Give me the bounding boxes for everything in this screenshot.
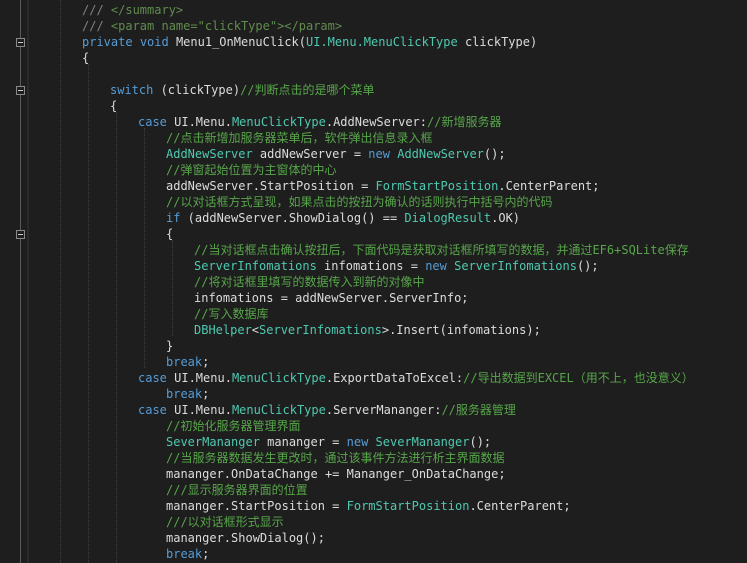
code-line-30: mananger.OnDataChange += Mananger_OnData… xyxy=(166,467,506,481)
code-line-32: mananger.StartPosition = FormStartPositi… xyxy=(166,499,571,513)
code-line-22: } xyxy=(166,339,174,353)
code-line-14: if (addNewServer.ShowDialog() == DialogR… xyxy=(166,211,521,225)
code-line-31: ///显示服务器界面的位置 xyxy=(166,483,308,497)
collapse-switch-icon[interactable] xyxy=(16,86,25,95)
code-line-18: //将对话框里填写的数据传入到新的对像中 xyxy=(194,275,425,289)
code-line-16: //当对话框点击确认按扭后，下面代码是获取对话框所填写的数据，并通过EF6+SQ… xyxy=(194,243,689,257)
indent-guide xyxy=(144,128,145,368)
code-line-10: AddNewServer addNewServer = new AddNewSe… xyxy=(166,147,506,161)
code-line-29: //当服务器数据发生更改时，通过该事件方法进行析主界面数据 xyxy=(166,451,505,465)
editor-gutter xyxy=(0,0,28,563)
code-line-11: //弹窗起始位置为主窗体的中心 xyxy=(166,163,337,177)
code-line-13: //以对话框方式呈现，如果点击的按扭为确认的话则执行中括号内的代码 xyxy=(166,195,553,209)
code-line-28: SeverMananger mananger = new SeverManang… xyxy=(166,435,492,449)
code-line-9: //点击新增加服务器菜单后，软件弹出信息录入框 xyxy=(166,131,433,145)
indent-guide xyxy=(172,240,173,336)
indent-guide xyxy=(88,64,89,563)
code-line-21: DBHelper<ServerInfomations>.Insert(infom… xyxy=(194,323,541,337)
code-line-26: case UI.Menu.MenuClickType.ServerManange… xyxy=(138,403,516,417)
collapse-if-block-icon[interactable] xyxy=(16,230,25,239)
code-line-35: break; xyxy=(166,547,210,561)
code-line-19: infomations = addNewServer.ServerInfo; xyxy=(194,291,469,305)
code-line-6: switch (clickType)//判断点击的是哪个菜单 xyxy=(110,83,375,97)
indent-guide xyxy=(116,112,117,563)
collapse-method-icon[interactable] xyxy=(16,38,25,47)
code-line-15: { xyxy=(166,227,174,241)
code-line-7: { xyxy=(110,99,118,113)
code-line-12: addNewServer.StartPosition = FormStartPo… xyxy=(166,179,600,193)
code-editor[interactable]: /// </summary> /// <param name="clickTyp… xyxy=(0,0,747,563)
code-line-3: private void Menu1_OnMenuClick(UI.Menu.M… xyxy=(82,35,538,49)
code-line-27: //初始化服务器管理界面 xyxy=(166,419,301,433)
outline-fold-line xyxy=(20,0,21,563)
change-margin xyxy=(27,0,29,563)
code-line-24: case UI.Menu.MenuClickType.ExportDataToE… xyxy=(138,371,694,385)
code-line-8: case UI.Menu.MenuClickType.AddNewServer:… xyxy=(138,115,502,129)
code-line-34: mananger.ShowDialog(); xyxy=(166,531,325,545)
code-line-17: ServerInfomations infomations = new Serv… xyxy=(194,259,599,273)
code-line-25: break; xyxy=(166,387,210,401)
code-line-2: /// <param name="clickType"></param> xyxy=(82,19,343,33)
code-line-1: /// </summary> xyxy=(82,3,184,17)
code-line-33: ///以对话框形式显示 xyxy=(166,515,284,529)
code-line-23: break; xyxy=(166,355,210,369)
indent-guide xyxy=(60,0,61,563)
code-line-4: { xyxy=(82,51,90,65)
code-line-20: //写入数据库 xyxy=(194,307,269,321)
